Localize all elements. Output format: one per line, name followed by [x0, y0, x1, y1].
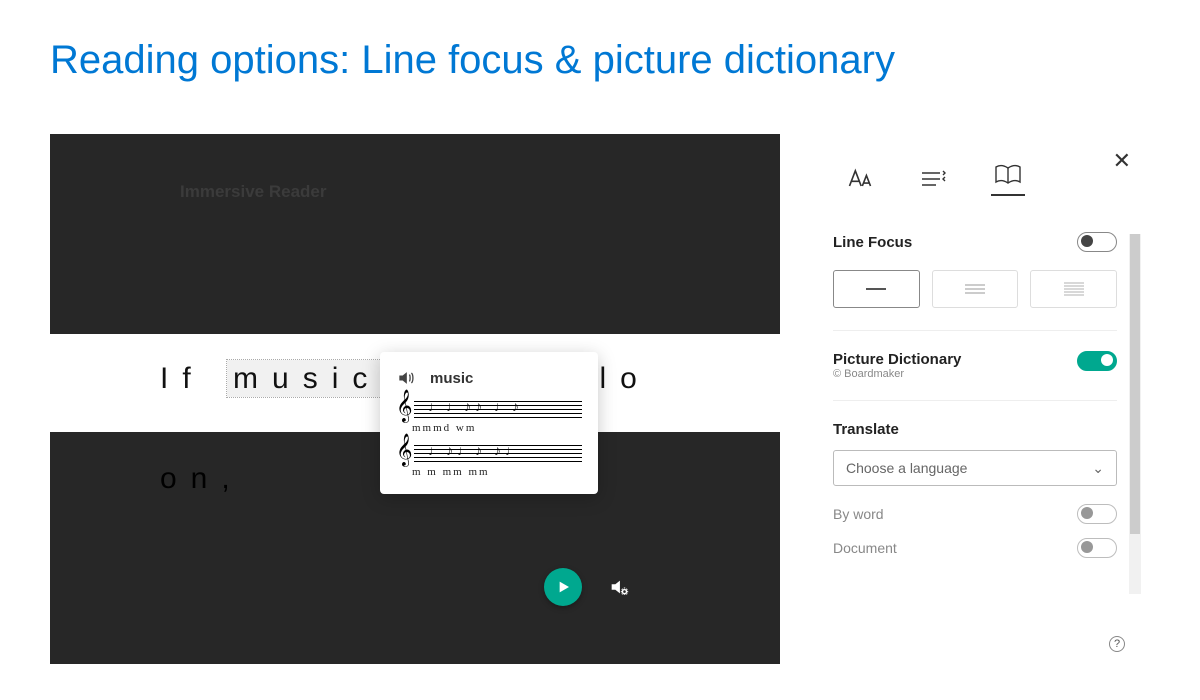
dim-region-bottom	[50, 542, 780, 664]
line-focus-label: Line Focus	[833, 234, 912, 251]
chevron-down-icon: ⌄	[1092, 460, 1104, 477]
dim-region-top: Immersive Reader	[50, 134, 780, 334]
immersive-reader-frame: Immersive Reader If music ood of lo on, …	[50, 134, 1145, 664]
panel-scrollbar[interactable]	[1129, 234, 1141, 594]
translate-language-select[interactable]: Choose a language ⌄	[833, 450, 1117, 486]
picture-dictionary-label: Picture Dictionary	[833, 351, 961, 368]
line1-pre: If	[160, 362, 227, 395]
popup-word-label: music	[430, 370, 473, 387]
document-label: Document	[833, 540, 897, 556]
line-focus-one-line[interactable]	[833, 270, 920, 308]
line-focus-five-lines[interactable]	[1030, 270, 1117, 308]
reading-preferences-tab-icon[interactable]	[991, 162, 1025, 196]
translate-label: Translate	[833, 421, 1117, 438]
picture-dictionary-toggle[interactable]	[1077, 351, 1117, 371]
speak-word-icon[interactable]	[396, 368, 416, 388]
line-focus-toggle[interactable]	[1077, 232, 1117, 252]
translate-by-word-toggle[interactable]	[1077, 504, 1117, 524]
picture-dictionary-copyright: © Boardmaker	[833, 368, 961, 380]
by-word-label: By word	[833, 506, 884, 522]
line-focus-three-lines[interactable]	[932, 270, 1019, 308]
lyric-line-1: mmmd wm	[412, 422, 582, 434]
picture-dictionary-popup: music 𝄞♩♩♪♪ ♩♪ mmmd wm 𝄞♩♪♩♪ ♪♩ m m mm m…	[380, 352, 598, 494]
text-preferences-tab-icon[interactable]	[843, 162, 877, 196]
panel-tabs	[805, 134, 1145, 206]
voice-settings-icon[interactable]	[608, 576, 630, 603]
music-illustration: 𝄞♩♩♪♪ ♩♪ mmmd wm 𝄞♩♪♩♪ ♪♩ m m mm mm	[396, 398, 582, 478]
help-icon[interactable]: ?	[1109, 636, 1125, 652]
reading-options-panel: ✕ Line	[805, 134, 1145, 664]
translate-document-toggle[interactable]	[1077, 538, 1117, 558]
language-placeholder: Choose a language	[846, 460, 967, 476]
dimmed-line-2: on,	[160, 462, 244, 496]
highlighted-word[interactable]: music	[227, 360, 387, 397]
scrollbar-thumb[interactable]	[1130, 234, 1140, 534]
close-icon[interactable]: ✕	[1113, 148, 1131, 174]
grammar-options-tab-icon[interactable]	[917, 162, 951, 196]
play-button[interactable]	[544, 568, 582, 606]
app-name-label: Immersive Reader	[180, 182, 326, 202]
slide-title: Reading options: Line focus & picture di…	[0, 0, 1200, 111]
lyric-line-2: m m mm mm	[412, 466, 582, 478]
